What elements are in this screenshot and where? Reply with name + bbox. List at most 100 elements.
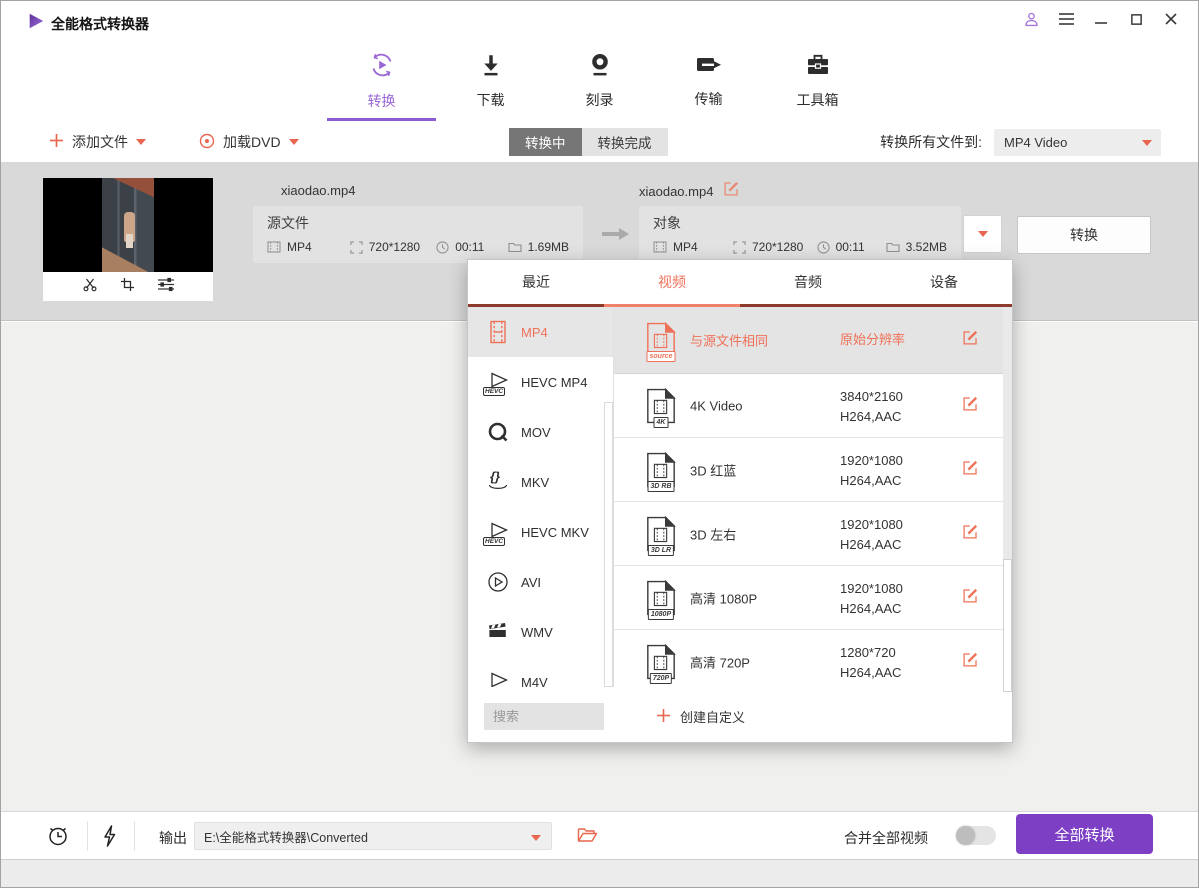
high-speed-icon[interactable] (102, 825, 117, 852)
bottom-bar: 输出 E:\全能格式转换器\Converted 合并全部视频 全部转换 (1, 811, 1198, 859)
nav-download[interactable]: 下载 (436, 41, 545, 121)
output-format-dropdown[interactable]: MP4 Video (994, 129, 1161, 156)
video-doc-icon: 1080P (645, 579, 677, 617)
target-file-name: xiaodao.mp4 (639, 184, 713, 199)
source-doc-icon: source (645, 321, 677, 359)
tab-recent[interactable]: 最近 (468, 260, 604, 304)
resolution-icon (733, 241, 746, 254)
play-circle-icon (486, 570, 510, 594)
burn-disc-icon (587, 52, 613, 83)
main-nav: 转换 下载 刻录 传输 工具箱 (1, 41, 1198, 121)
nav-toolbox-label: 工具箱 (797, 90, 839, 110)
edit-preset-icon[interactable] (962, 395, 979, 417)
load-dvd-button[interactable]: 加载DVD (199, 121, 299, 163)
format-item-mov[interactable]: MOV (468, 407, 613, 457)
titlebar: 全能格式转换器 (1, 1, 1198, 41)
duration-icon (817, 241, 830, 254)
account-icon[interactable] (1022, 10, 1040, 28)
crop-icon[interactable] (120, 277, 135, 297)
window-bottom-strip (1, 859, 1198, 888)
toolbar: 添加文件 加载DVD 转换中 转换完成 转换所有文件到: MP4 Video (1, 121, 1198, 163)
add-file-button[interactable]: 添加文件 (49, 121, 146, 163)
merge-videos-toggle[interactable] (956, 826, 996, 845)
toolbox-icon (804, 52, 832, 83)
tab-converting[interactable]: 转换中 (509, 128, 582, 156)
format-item-hevc-mp4[interactable]: HEVC HEVC MP4 (468, 357, 613, 407)
plus-icon (49, 133, 64, 151)
create-custom-button[interactable]: 创建自定义 (656, 703, 745, 730)
format-list-scrollbar[interactable] (604, 402, 613, 687)
edit-preset-icon[interactable] (962, 587, 979, 609)
edit-preset-icon[interactable] (962, 651, 979, 673)
convert-all-button[interactable]: 全部转换 (1016, 814, 1153, 854)
plus-icon (656, 708, 671, 726)
nav-convert[interactable]: 转换 (327, 41, 436, 121)
tab-video[interactable]: 视频 (604, 260, 740, 304)
caret-down-icon (289, 139, 299, 145)
add-file-label: 添加文件 (72, 132, 128, 152)
nav-burn[interactable]: 刻录 (545, 41, 654, 121)
caret-down-icon (1142, 140, 1152, 146)
matroska-icon: {} (486, 470, 510, 494)
search-input[interactable] (484, 703, 604, 730)
hevc-play-icon: HEVC (486, 520, 510, 544)
target-info-box: 对象 MP4 720*1280 00:11 3.52MB (639, 206, 961, 263)
preset-list-scrollbar[interactable] (1003, 307, 1012, 559)
hevc-play-icon: HEVC (486, 370, 510, 394)
thumbnail-image (43, 178, 213, 272)
size-icon (886, 241, 900, 253)
caret-down-icon (136, 139, 146, 145)
target-format-dropdown-button[interactable] (963, 215, 1002, 253)
rename-icon[interactable] (723, 180, 740, 202)
nav-transfer[interactable]: 传输 (654, 41, 763, 121)
preset-4k-video[interactable]: 4K 4K Video 3840*2160H264,AAC (614, 374, 1005, 438)
format-item-mp4[interactable]: MP4 (468, 307, 613, 357)
quicktime-icon (486, 420, 510, 444)
preset-3d-left-right[interactable]: 3D LR 3D 左右 1920*1080H264,AAC (614, 502, 1005, 566)
dvd-icon (199, 133, 215, 152)
maximize-button[interactable] (1127, 10, 1145, 28)
tab-converted[interactable]: 转换完成 (582, 128, 668, 156)
preset-hd-1080p[interactable]: 1080P 高清 1080P 1920*1080H264,AAC (614, 566, 1005, 630)
schedule-icon[interactable] (46, 824, 70, 853)
edit-preset-icon[interactable] (962, 329, 979, 351)
nav-download-label: 下载 (477, 90, 505, 110)
convert-all-to-label: 转换所有文件到: (880, 132, 982, 152)
effects-icon[interactable] (157, 277, 175, 297)
video-thumbnail (43, 178, 213, 301)
load-dvd-label: 加载DVD (223, 132, 281, 152)
open-folder-icon[interactable] (577, 826, 598, 849)
queue-tabs: 转换中 转换完成 (509, 128, 668, 156)
format-list: MP4 HEVC HEVC MP4 MOV {} MK (468, 307, 614, 687)
edit-preset-icon[interactable] (962, 523, 979, 545)
edit-preset-icon[interactable] (962, 459, 979, 481)
preset-list-scrollbar-thumb[interactable] (1003, 559, 1012, 692)
preset-3d-red-blue[interactable]: 3D RB 3D 红蓝 1920*1080H264,AAC (614, 438, 1005, 502)
app-logo-icon (27, 12, 45, 30)
mp4-filmstrip-icon (486, 320, 510, 344)
format-select-popup: 最近 视频 音频 设备 MP4 HEVC HEVC MP4 (467, 259, 1013, 743)
nav-toolbox[interactable]: 工具箱 (763, 41, 872, 121)
video-doc-icon: 3D RB (645, 451, 677, 489)
merge-videos-label: 合并全部视频 (844, 828, 928, 848)
tab-device[interactable]: 设备 (876, 260, 1012, 304)
close-button[interactable] (1162, 10, 1180, 28)
clapperboard-icon (486, 620, 510, 644)
tab-audio[interactable]: 音频 (740, 260, 876, 304)
output-path-dropdown[interactable]: E:\全能格式转换器\Converted (194, 822, 552, 850)
trim-icon[interactable] (82, 276, 98, 297)
menu-icon[interactable] (1057, 10, 1075, 28)
format-item-wmv[interactable]: WMV (468, 607, 613, 657)
app-window: 全能格式转换器 (0, 0, 1199, 888)
format-item-m4v[interactable]: M4V (468, 657, 613, 687)
video-doc-icon: 4K (645, 387, 677, 425)
minimize-button[interactable] (1092, 10, 1110, 28)
preset-hd-720p[interactable]: 720P 高清 720P 1280*720H264,AAC (614, 630, 1005, 694)
format-item-hevc-mkv[interactable]: HEVC HEVC MKV (468, 507, 613, 557)
nav-convert-label: 转换 (368, 91, 396, 111)
format-item-mkv[interactable]: {} MKV (468, 457, 613, 507)
download-icon (478, 52, 504, 83)
convert-file-button[interactable]: 转换 (1017, 216, 1151, 254)
preset-same-as-source[interactable]: source 与源文件相同 原始分辨率 (614, 307, 1005, 374)
format-item-avi[interactable]: AVI (468, 557, 613, 607)
